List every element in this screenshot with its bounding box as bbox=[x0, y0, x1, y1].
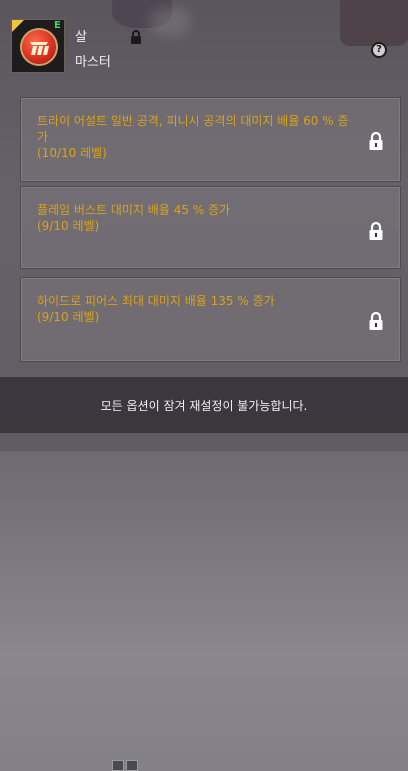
option-text: 트라이 어설트 일반 공격, 피니시 공격의 대미지 배율 60 % 증가 (1… bbox=[37, 113, 357, 161]
close-button[interactable] bbox=[126, 760, 138, 771]
skill-level: 마스터 bbox=[75, 55, 111, 70]
option-row-1: 트라이 어설트 일반 공격, 피니시 공격의 대미지 배율 60 % 증가 (1… bbox=[20, 97, 401, 182]
lock-icon[interactable] bbox=[368, 131, 384, 151]
help-icon[interactable]: ? bbox=[371, 42, 387, 58]
option-level: (9/10 레벨) bbox=[37, 310, 100, 324]
skill-grade-badge: E bbox=[54, 20, 61, 31]
option-text: 플레임 버스트 대미지 배율 45 % 증가 (9/10 레벨) bbox=[37, 202, 357, 234]
lock-icon[interactable] bbox=[368, 221, 384, 241]
skill-option-panel: E 살 마스터 ? 트라이 어설트 일반 공격, 피니시 공격의 대미지 배율 … bbox=[0, 0, 408, 771]
lock-icon bbox=[131, 30, 141, 44]
notice-bar: 모든 옵션이 잠겨 재설정이 불가능합니다. bbox=[0, 377, 408, 771]
slot-corner-marker bbox=[12, 20, 24, 32]
option-effect: 플레임 버스트 대미지 배율 45 % 증가 bbox=[37, 203, 231, 217]
lock-icon[interactable] bbox=[368, 311, 384, 331]
option-effect: 하이드로 피어스 최대 대미지 배율 135 % 증가 bbox=[37, 294, 275, 308]
skill-name: 살 bbox=[75, 30, 87, 45]
option-row-3: 하이드로 피어스 최대 대미지 배율 135 % 증가 (9/10 레벨) bbox=[20, 277, 401, 362]
option-text: 하이드로 피어스 최대 대미지 배율 135 % 증가 (9/10 레벨) bbox=[37, 293, 357, 325]
notice-message: 모든 옵션이 잠겨 재설정이 불가능합니다. bbox=[100, 399, 308, 413]
option-effect: 트라이 어설트 일반 공격, 피니시 공격의 대미지 배율 60 % 증가 bbox=[37, 114, 349, 144]
option-level: (10/10 레벨) bbox=[37, 146, 107, 160]
option-row-2: 플레임 버스트 대미지 배율 45 % 증가 (9/10 레벨) bbox=[20, 186, 401, 269]
skill-emblem-icon bbox=[20, 28, 58, 66]
minimize-button[interactable] bbox=[112, 760, 124, 771]
option-level: (9/10 레벨) bbox=[37, 219, 100, 233]
